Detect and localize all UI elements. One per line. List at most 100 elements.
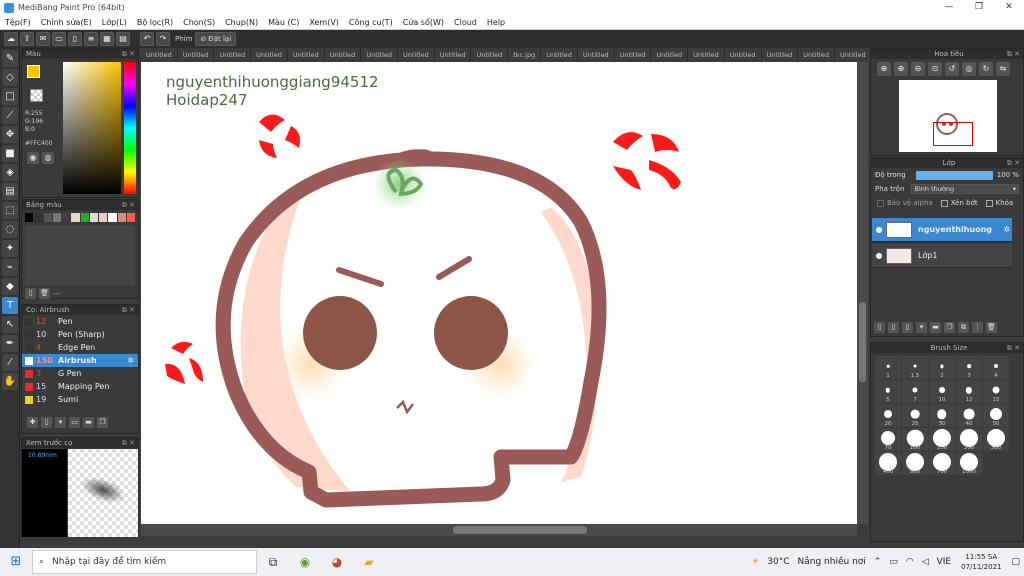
tab-document[interactable]: Untitled	[288, 48, 325, 62]
color-mix-icon[interactable]: ◍	[42, 152, 54, 164]
hue-slider[interactable]	[124, 62, 136, 194]
brush-item[interactable]: 15 Mapping Pen	[22, 380, 138, 393]
brush-size-option[interactable]: 400	[875, 452, 901, 475]
lasso-tool-icon[interactable]: ◌	[2, 221, 18, 238]
tab-document[interactable]: Untitled	[178, 48, 215, 62]
tab-document[interactable]: Untitled	[361, 48, 399, 62]
visibility-eye-icon[interactable]: ●	[872, 251, 886, 260]
document-icon[interactable]: ≡	[84, 32, 98, 46]
brush-size-option[interactable]: 100	[902, 428, 928, 451]
grid-icon[interactable]: ▦	[100, 32, 114, 46]
palette-swatch[interactable]	[34, 213, 43, 222]
brush-size-option[interactable]: 20	[875, 404, 901, 427]
text-tool-icon[interactable]: T	[2, 297, 18, 314]
clipping-checkbox[interactable]	[940, 199, 948, 207]
brush-size-option[interactable]: 300	[983, 428, 1009, 451]
palette-swatch[interactable]	[43, 213, 52, 222]
palette-swatch[interactable]	[99, 213, 108, 222]
brush-item-selected[interactable]: 150 Airbrush ✲	[22, 354, 138, 367]
tab-document[interactable]: Untitled	[398, 48, 435, 62]
notification-icon[interactable]: ▢	[1007, 557, 1024, 567]
menu-select[interactable]: Chọn(S)	[178, 15, 220, 30]
opacity-slider[interactable]	[915, 170, 993, 180]
brush-size-option[interactable]: 2	[929, 356, 955, 379]
foreground-color[interactable]	[27, 65, 40, 78]
brush-size-option[interactable]: 30	[929, 404, 955, 427]
menu-filter[interactable]: Bộ lọc(R)	[132, 15, 178, 30]
brush-size-option[interactable]: 3	[956, 356, 982, 379]
brush-size-option[interactable]: 10	[929, 380, 955, 403]
menu-file[interactable]: Tệp(F)	[0, 15, 36, 30]
app-green-icon[interactable]: ◉	[289, 548, 321, 576]
weather-description[interactable]: Nắng nhiều nơi	[794, 557, 870, 567]
divide-tool-icon[interactable]: ✒	[2, 335, 18, 352]
line-tool-icon[interactable]: ⟋	[2, 107, 18, 124]
panel-icon[interactable]: ▤	[116, 32, 130, 46]
tab-document[interactable]: Untitled	[325, 48, 362, 62]
tab-document[interactable]: Untitled	[214, 48, 252, 62]
tab-document[interactable]: Untitled	[471, 48, 509, 62]
delete-layer-icon[interactable]: 🗑	[986, 322, 997, 333]
brush-size-option[interactable]: 25	[902, 404, 928, 427]
eyedropper-tool-icon[interactable]: ⁄	[2, 354, 18, 371]
brush-size-option[interactable]: 1000	[956, 452, 982, 475]
protect-alpha-checkbox[interactable]	[877, 199, 884, 207]
chevron-up-icon[interactable]: ⌃	[870, 557, 886, 567]
rotate-right-icon[interactable]: ↻	[979, 62, 993, 76]
tab-document[interactable]: Untitled	[798, 48, 835, 62]
new-layer-icon[interactable]: ▯	[874, 322, 885, 333]
tab-document[interactable]: Untitled	[578, 48, 615, 62]
palette-swatch[interactable]	[126, 213, 135, 222]
horizontal-scroll-thumb[interactable]	[453, 526, 587, 534]
brush-file-icon[interactable]: ▭	[69, 417, 80, 428]
brush-item[interactable]: 12 Pen	[22, 315, 138, 328]
zoom-in-icon[interactable]: ⊕	[894, 62, 908, 76]
palette-swatch[interactable]	[25, 213, 34, 222]
tab-document[interactable]: Untitled	[435, 48, 472, 62]
brush-size-option[interactable]: 12	[956, 380, 982, 403]
fill-rect-tool-icon[interactable]: ■	[2, 145, 18, 162]
blend-mode-select[interactable]: Bình thường ▾	[910, 184, 1019, 194]
color-wheel-icon[interactable]: ◉	[27, 152, 39, 164]
tab-document[interactable]: Untitled	[651, 48, 689, 62]
panel-close-icon[interactable]: ⧉ ✕	[122, 305, 135, 315]
rotate-reset-icon[interactable]: ◎	[962, 62, 976, 76]
chat-icon[interactable]: ▭	[52, 32, 66, 46]
weather-icon[interactable]: ☀	[747, 557, 763, 567]
panel-close-icon[interactable]: ⧉ ✕	[122, 200, 135, 210]
brush-menu-icon[interactable]: ▾	[55, 417, 66, 428]
network-icon[interactable]: ▭	[885, 557, 902, 567]
vertical-scrollbar[interactable]	[857, 62, 868, 524]
palette-swatch[interactable]	[71, 213, 80, 222]
tab-document[interactable]: Untitled	[835, 48, 868, 62]
language-indicator[interactable]: VIE	[933, 557, 956, 567]
drawing-canvas[interactable]: nguyenthihuonggiang94512 Hoidap247	[141, 62, 857, 524]
new-palette-icon[interactable]: ▯	[25, 288, 36, 299]
settings-gear-icon[interactable]: ✲	[127, 356, 134, 365]
redo-icon[interactable]: ↷	[156, 32, 170, 46]
delete-palette-icon[interactable]: 🗑	[39, 288, 50, 299]
brush-size-option[interactable]: 700	[929, 452, 955, 475]
new-layer-1bit-icon[interactable]: ▯	[902, 322, 913, 333]
panel-close-icon[interactable]: ⧉ ✕	[1007, 158, 1020, 168]
maximize-button[interactable]: ❐	[964, 0, 994, 15]
copy-icon[interactable]: ❐	[97, 417, 108, 428]
volume-icon[interactable]: ◁	[918, 557, 933, 567]
new-layer-8bit-icon[interactable]: ▯	[888, 322, 899, 333]
brush-size-option[interactable]: 200	[956, 428, 982, 451]
menu-window[interactable]: Cửa sổ(W)	[398, 15, 449, 30]
taskbar-clock[interactable]: 11:55 SA 07/11/2021	[955, 552, 1007, 572]
zoom-fit-icon[interactable]: ⊕	[877, 62, 891, 76]
layer-more-icon[interactable]: ⋮	[972, 322, 983, 333]
tab-document[interactable]: Untitled	[688, 48, 725, 62]
brush-size-option[interactable]: 1	[875, 356, 901, 379]
panel-close-icon[interactable]: ⧉ ✕	[1007, 343, 1020, 353]
tab-document[interactable]: Untitled	[725, 48, 762, 62]
layer-add-menu-icon[interactable]: ▾	[916, 322, 927, 333]
navigator-thumbnail[interactable]	[899, 80, 997, 152]
brush-item[interactable]: 19 Sumi	[22, 393, 138, 406]
file-explorer-icon[interactable]: ▰	[353, 548, 385, 576]
brush-item[interactable]: 3 G Pen	[22, 367, 138, 380]
horizontal-scrollbar[interactable]	[141, 524, 857, 536]
brush-size-option[interactable]: 150	[929, 428, 955, 451]
